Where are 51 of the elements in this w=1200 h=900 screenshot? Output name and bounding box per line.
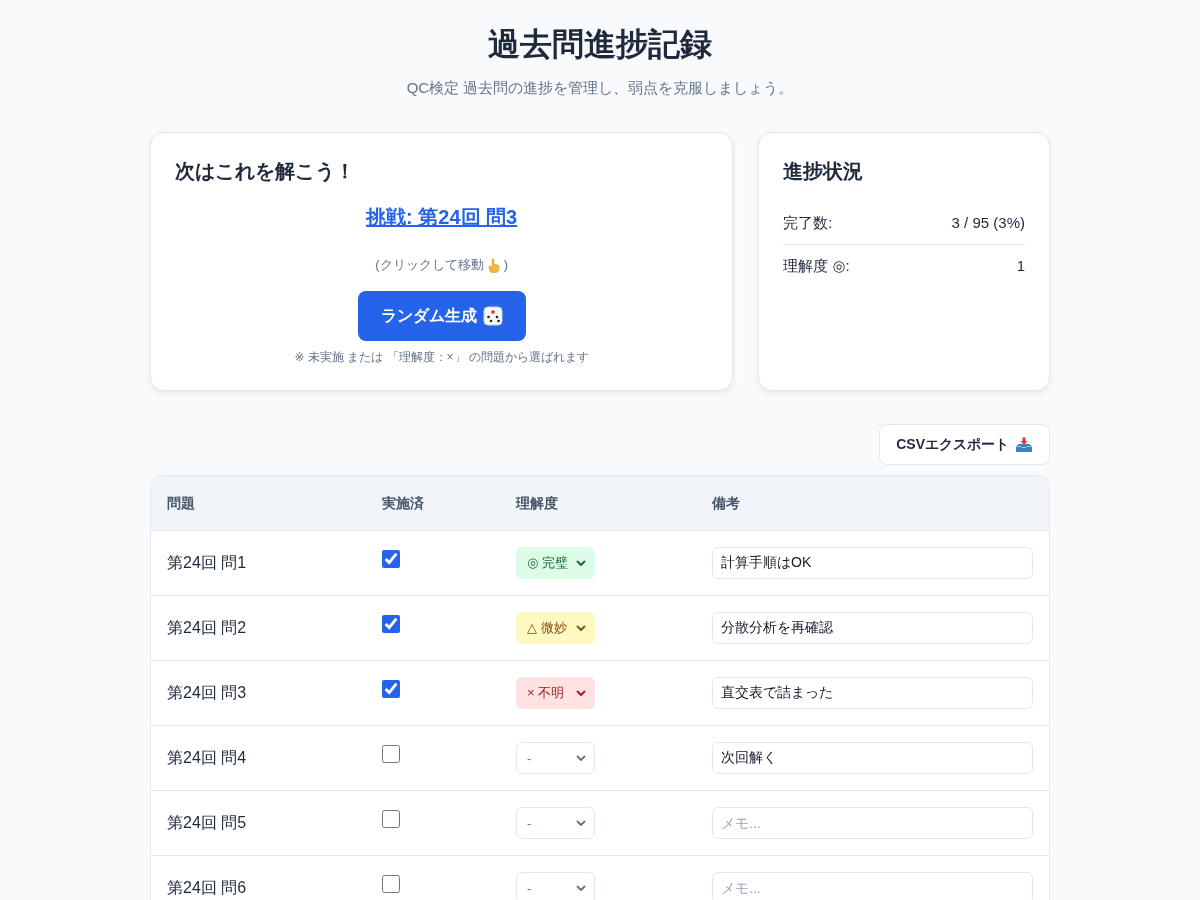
chevron-down-icon [576, 689, 586, 697]
pointing-hand-icon [487, 257, 500, 273]
card-title: 次はこれを解こう！ [175, 159, 356, 184]
problem-label: 第24回 問4 [167, 749, 247, 766]
understanding-dropdown[interactable]: △ 微妙 [516, 612, 595, 644]
understanding-dropdown[interactable]: - [516, 807, 595, 839]
done-checkbox[interactable] [382, 550, 400, 568]
selection-note: ※ 未実施 または 「理解度：×」 の問題から選ばれます [293, 349, 590, 366]
done-checkbox[interactable] [382, 745, 400, 763]
understanding-dropdown[interactable]: - [516, 872, 595, 900]
problem-label: 第24回 問3 [167, 684, 247, 701]
stat-value: 3 / 95 (3%) [951, 213, 1025, 233]
done-checkbox[interactable] [382, 875, 400, 893]
done-checkbox[interactable] [382, 810, 400, 828]
page-title: 過去問進捗記録 [487, 25, 713, 64]
dice-icon [482, 306, 503, 326]
column-header: 実施済 [382, 495, 424, 511]
problem-label: 第24回 問1 [167, 554, 247, 571]
csv-export-button[interactable]: CSVエクスポート [879, 424, 1050, 465]
memo-input[interactable]: 分散分析を再確認 [712, 612, 1033, 644]
chevron-down-icon [576, 819, 586, 827]
chevron-down-icon [576, 754, 586, 762]
click-hint: (クリックして移動 [375, 256, 484, 274]
understanding-dropdown[interactable]: ◎ 完璧 [516, 547, 595, 579]
challenge-link[interactable]: 挑戦: 第24回 問3 [366, 203, 518, 231]
problem-label: 第24回 問6 [167, 879, 247, 896]
chevron-down-icon [576, 559, 586, 567]
done-checkbox[interactable] [382, 615, 400, 633]
problem-label: 第24回 問5 [167, 814, 247, 831]
memo-input[interactable]: 直交表で詰まった [712, 677, 1033, 709]
stat-value: 1 [1016, 256, 1025, 276]
problem-label: 第24回 問2 [167, 619, 247, 636]
card-title: 進捗状況 [783, 159, 865, 184]
chevron-down-icon [576, 624, 586, 632]
memo-input[interactable]: 次回解く [712, 742, 1033, 774]
stat-label: 理解度 ◎: [783, 256, 850, 276]
page-subtitle: QC検定 過去問の進捗を管理し、弱点を克服しましょう。 [405, 78, 795, 98]
memo-input[interactable]: メモ... [712, 872, 1033, 900]
column-header: 問題 [167, 495, 195, 511]
column-header: 備考 [712, 495, 740, 511]
random-button[interactable]: ランダム生成 [357, 291, 526, 341]
memo-input[interactable]: メモ... [712, 807, 1033, 839]
stat-label: 完了数: [783, 213, 833, 233]
inbox-tray-icon [1015, 436, 1033, 453]
chevron-down-icon [576, 884, 586, 892]
understanding-dropdown[interactable]: × 不明 [516, 677, 595, 709]
memo-input[interactable]: 計算手順はOK [712, 547, 1033, 579]
hint-closing: ) [503, 256, 508, 274]
done-checkbox[interactable] [382, 680, 400, 698]
understanding-dropdown[interactable]: - [516, 742, 595, 774]
column-header: 理解度 [516, 495, 558, 511]
